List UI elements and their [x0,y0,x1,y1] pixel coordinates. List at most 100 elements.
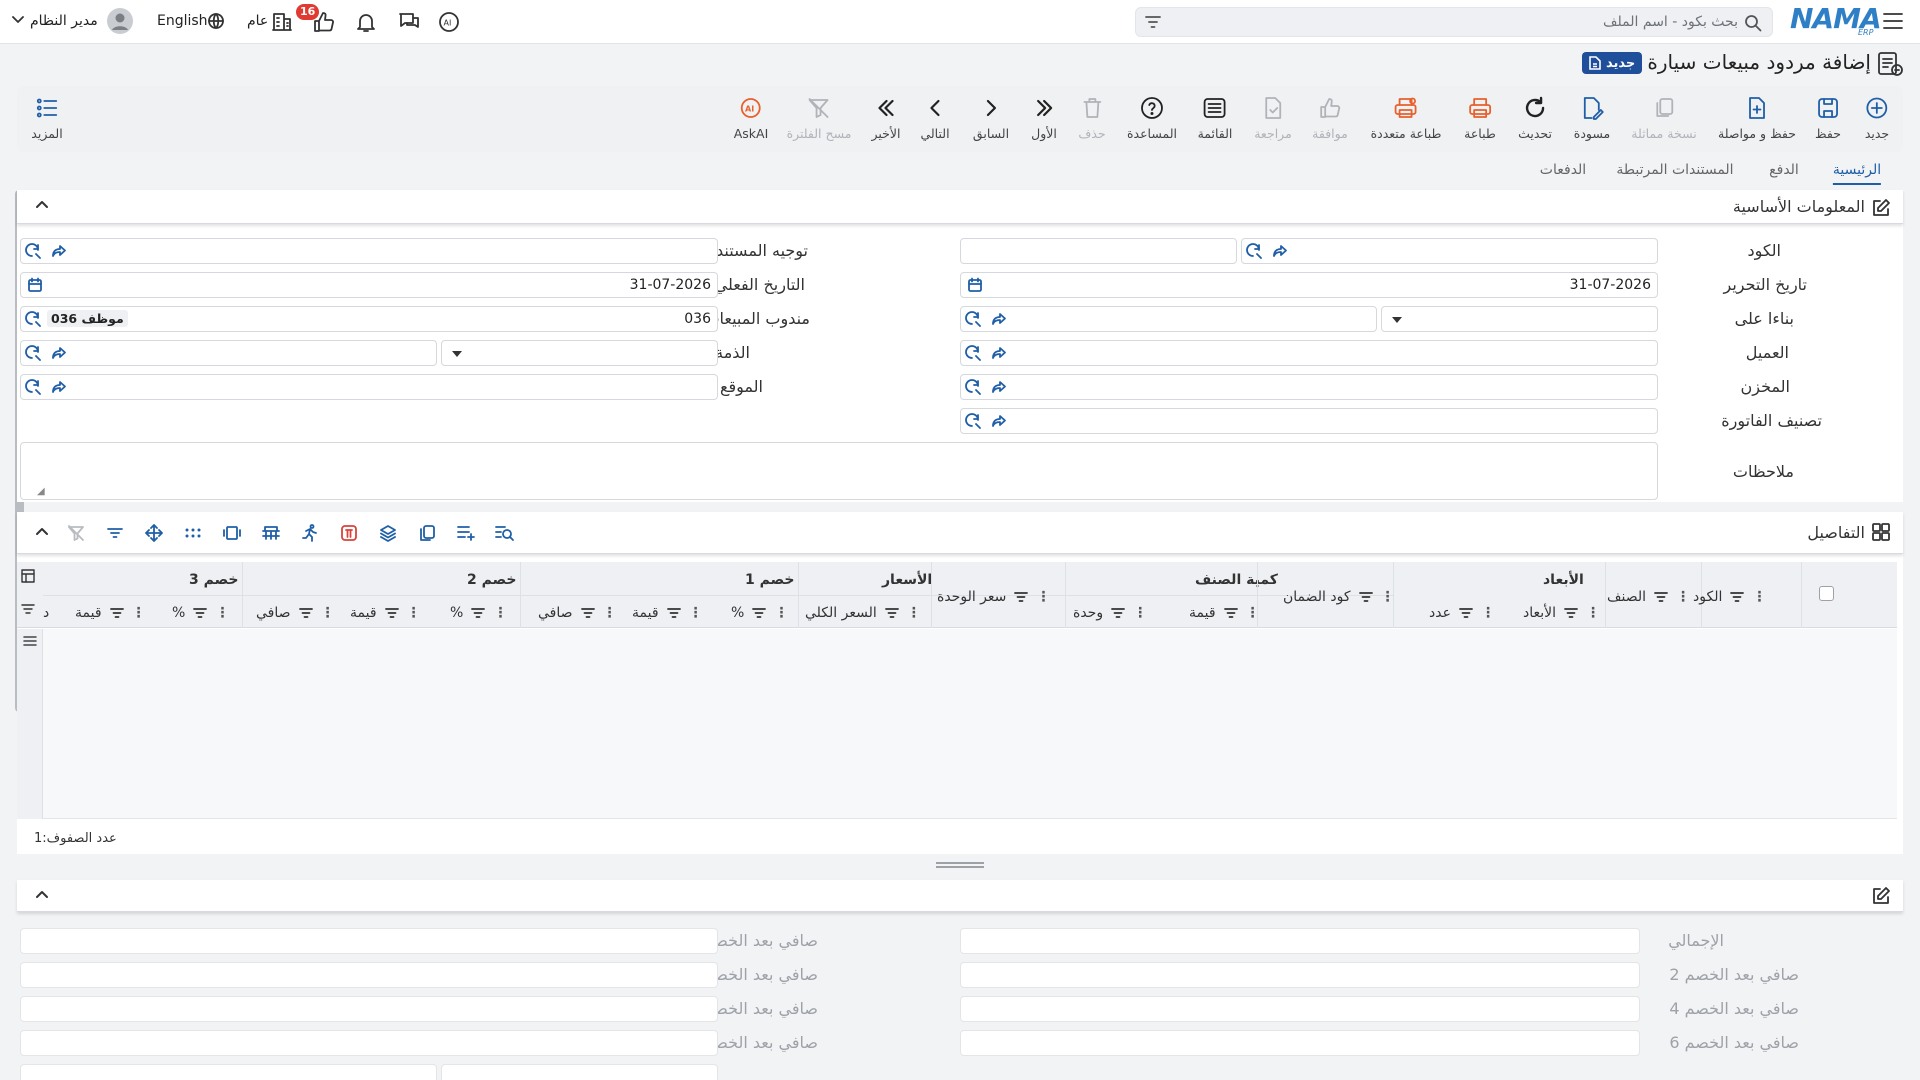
column-menu-icon[interactable]: ⋮ [1133,605,1147,621]
row-menu-icon[interactable] [23,635,37,647]
based-on-field[interactable] [960,306,1377,332]
grid-options-icon[interactable] [21,602,35,616]
last-record-button[interactable]: الأخير [872,96,901,141]
filter-icon[interactable] [1014,591,1029,603]
filter-lines-icon[interactable] [1144,14,1162,30]
column-menu-icon[interactable]: ⋮ [1752,589,1766,605]
share-arrow-icon[interactable] [991,413,1007,429]
liability-type-select[interactable] [441,340,718,366]
share-arrow-icon[interactable] [51,379,67,395]
invoice-class-field[interactable] [960,408,1658,434]
details-grid-body[interactable] [17,629,1897,819]
previous-record-button[interactable]: السابق [973,96,1009,141]
clear-filter-button[interactable]: مسح الفلترة [787,96,851,141]
column-menu-icon[interactable]: ⋮ [132,605,146,621]
calendar-icon[interactable] [27,277,43,293]
column-d3-value[interactable]: ⋮ قيمة [75,605,146,621]
column-menu-icon[interactable]: ⋮ [215,605,229,621]
grid-clear-filter-button[interactable] [63,520,89,546]
language-switch[interactable]: English [157,13,208,29]
review-button[interactable]: مراجعة [1254,96,1292,141]
filter-icon[interactable] [1223,607,1238,619]
sales-rep-chip[interactable]: موظف 036 [47,310,128,327]
resize-handle-icon[interactable]: ◢ [37,486,45,497]
sales-rep-field[interactable]: 036 موظف 036 [20,306,718,332]
grid-copy-button[interactable] [414,520,440,546]
column-d3-cut[interactable]: د [43,605,49,621]
duplicate-button[interactable]: نسخة مماثلة [1631,96,1697,141]
bell-icon[interactable] [354,10,378,34]
column-count[interactable]: ⋮ عدد [1429,605,1495,621]
search-refresh-icon[interactable] [25,243,41,259]
list-button[interactable]: القائمة [1198,96,1232,141]
grid-dots-button[interactable] [180,520,206,546]
column-d1-value[interactable]: ⋮ قيمة [632,605,703,621]
more-button[interactable]: المزيد [31,96,63,141]
column-menu-icon[interactable]: ⋮ [907,605,921,621]
chevron-down-icon[interactable] [12,16,24,24]
based-on-type-select[interactable] [1381,306,1658,332]
edit-square-icon[interactable] [1871,886,1891,906]
filter-icon[interactable] [666,607,681,619]
tab-installments[interactable]: الدفعات [1540,162,1586,183]
delete-button[interactable]: حذف [1078,96,1106,141]
scope-label[interactable]: عام [247,13,268,29]
search-refresh-icon[interactable] [25,345,41,361]
column-menu-icon[interactable]: ⋮ [407,605,421,621]
column-unit[interactable]: ⋮ وحدة [1073,605,1147,621]
share-arrow-icon[interactable] [991,311,1007,327]
save-continue-button[interactable]: حفظ و مواصلة [1718,96,1796,141]
filter-icon[interactable] [1459,607,1473,619]
column-menu-icon[interactable]: ⋮ [1246,605,1260,621]
column-dimensions[interactable]: ⋮ الأبعاد [1523,605,1600,621]
search-refresh-icon[interactable] [25,379,41,395]
column-code[interactable]: ⋮ الكود [1693,589,1766,605]
grid-fit-columns-button[interactable] [219,520,245,546]
grid-add-rows-button[interactable] [453,520,479,546]
column-d3-pct[interactable]: ⋮ % [172,605,229,621]
building-icon[interactable] [271,10,293,32]
grid-columns-icon[interactable] [21,569,35,583]
code-secondary-field[interactable] [960,238,1237,264]
notes-textarea[interactable]: ◢ [20,442,1658,500]
hamburger-menu-icon[interactable] [1882,11,1904,31]
column-d1-pct[interactable]: ⋮ % [731,605,788,621]
grid-move-button[interactable] [141,520,167,546]
share-arrow-icon[interactable] [991,379,1007,395]
column-menu-icon[interactable]: ⋮ [321,605,335,621]
search-refresh-icon[interactable] [965,345,981,361]
column-d2-net[interactable]: ⋮ صافي [256,605,335,621]
approve-button[interactable]: موافقة [1312,96,1348,141]
filter-icon[interactable] [109,607,124,619]
filter-icon[interactable] [1730,591,1745,603]
chevron-up-icon[interactable] [35,889,49,899]
column-d2-pct[interactable]: ⋮ % [450,605,507,621]
draft-button[interactable]: مسودة [1574,96,1610,141]
location-field[interactable] [20,374,718,400]
issue-date-field[interactable]: 31-07-2026 [960,272,1658,298]
search-refresh-icon[interactable] [965,413,981,429]
filter-icon[interactable] [1564,607,1578,619]
column-menu-icon[interactable]: ⋮ [1481,605,1495,621]
search-refresh-icon[interactable] [1246,243,1262,259]
code-field[interactable] [1241,238,1658,264]
first-record-button[interactable]: الأول [1031,96,1057,141]
column-menu-icon[interactable]: ⋮ [1381,589,1395,605]
grid-delete-button[interactable] [336,520,362,546]
filter-icon[interactable] [193,607,208,619]
panel-splitter-handle[interactable] [936,862,984,868]
column-menu-icon[interactable]: ⋮ [689,605,703,621]
ai-assistant-icon[interactable]: AI [437,10,461,34]
global-search[interactable] [1135,7,1773,37]
actual-date-field[interactable]: 31-07-2026 [20,272,718,298]
chevron-up-icon[interactable] [35,526,49,536]
print-button[interactable]: طباعة [1464,96,1496,141]
search-refresh-icon[interactable] [25,311,41,327]
column-d2-value[interactable]: ⋮ قيمة [350,605,421,621]
grid-filter-button[interactable] [102,520,128,546]
grid-table-button[interactable] [258,520,284,546]
next-record-button[interactable]: التالي [920,96,950,141]
refresh-button[interactable]: تحديث [1518,96,1552,141]
liability-field[interactable] [20,340,437,366]
tab-main[interactable]: الرئيسية [1832,162,1882,185]
